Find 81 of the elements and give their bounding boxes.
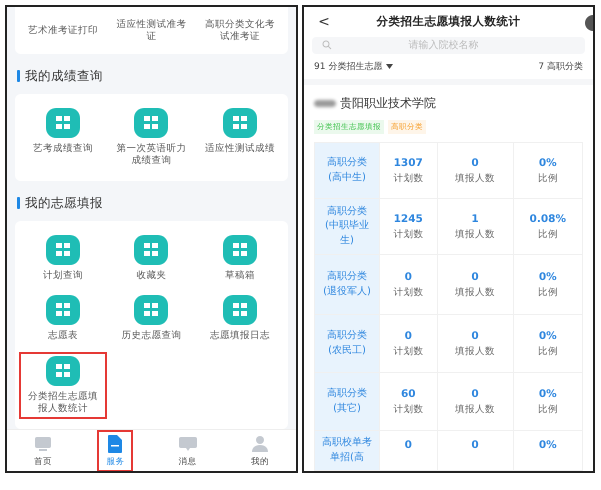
stat-value: 0: [470, 156, 480, 168]
service-item[interactable]: 分类招生志愿填报人数统计: [19, 352, 108, 419]
tab-item[interactable]: 服务: [97, 430, 134, 471]
service-item[interactable]: 志愿填报日志: [196, 291, 284, 346]
grid-icon: [134, 108, 168, 138]
grid-icon: [46, 108, 80, 138]
stat-label: 计划数: [392, 172, 424, 184]
monitor-icon: [33, 434, 54, 453]
stat-value: 0: [470, 388, 480, 400]
grid-icon: [46, 295, 80, 326]
stat-label: 填报人数: [454, 286, 496, 298]
stat-value: 0%: [538, 439, 558, 451]
stat-label: 填报人数: [454, 344, 496, 358]
service-label[interactable]: 高职分类文化考试准考证: [196, 15, 283, 47]
tab-item[interactable]: 首页: [25, 430, 62, 471]
stat-value: 0: [470, 439, 480, 451]
service-label[interactable]: 艺术准考证打印: [24, 20, 102, 41]
category-cell-text: 高职分类(高中生): [326, 156, 368, 184]
service-item[interactable]: 收藏夹: [107, 230, 196, 286]
service-item[interactable]: 志愿表: [19, 291, 108, 346]
stat-value: 0%: [538, 388, 558, 400]
section-marker: [17, 70, 20, 82]
stat-value: 0: [404, 439, 413, 451]
category-cell-text: 高职分类(其它): [326, 387, 368, 416]
service-item[interactable]: 艺考成绩查询: [19, 104, 108, 170]
chat-icon: [178, 434, 198, 453]
stat-value: 1: [470, 212, 480, 224]
grid-icon: [46, 234, 80, 264]
grid-icon: [134, 295, 168, 326]
stat-value: 60: [400, 388, 417, 400]
tab-item[interactable]: 我的: [242, 430, 278, 471]
category-cell-text: 高职校单考单招(高: [321, 436, 373, 464]
page-title: 分类招生志愿填报人数统计: [375, 14, 522, 30]
stat-label: 比例: [536, 228, 559, 240]
service-label[interactable]: 适应性测试准考证: [108, 15, 194, 47]
stat-label: 计划数: [392, 228, 424, 240]
grid-icon: [222, 108, 257, 138]
stat-value: 0: [470, 270, 480, 282]
stat-label: 比例: [536, 402, 559, 416]
search-icon: [322, 40, 332, 50]
stat-label: 计划数: [392, 286, 424, 298]
filter-dropdown[interactable]: 7 高职分类: [538, 58, 583, 75]
tab-item[interactable]: 消息: [170, 430, 206, 471]
stat-label: 填报人数: [454, 402, 496, 416]
stat-label: 比例: [536, 286, 559, 298]
stat-value: 0: [404, 330, 413, 342]
stat-value: 1307: [392, 156, 424, 168]
person-icon: [250, 434, 270, 453]
school-name: 贵阳职业技术学院: [340, 95, 436, 112]
stat-label: 计划数: [392, 344, 424, 358]
stat-value: 0: [470, 330, 480, 342]
stat-label: 填报人数: [454, 172, 496, 184]
stat-label: 比例: [536, 344, 559, 358]
stat-value: 1245: [392, 212, 424, 224]
section-title: 我的志愿填报: [25, 194, 103, 212]
category-cell-text: 高职分类(退役军人): [322, 270, 372, 298]
category-cell-text: 高职分类(农民工): [326, 329, 368, 358]
stat-value: 0.08%: [528, 212, 567, 224]
stat-value: 0%: [538, 270, 558, 282]
section-title: 我的成绩查询: [25, 68, 103, 85]
filter-dropdown[interactable]: 91 分类招生志愿: [314, 58, 394, 75]
section-marker: [17, 197, 20, 209]
category-cell-text: 高职分类(中职毕业生): [324, 204, 370, 248]
blurred-text: [314, 100, 336, 107]
back-button[interactable]: <: [314, 14, 334, 30]
grid-icon: [46, 356, 80, 386]
grid-icon: [134, 234, 168, 264]
grid-icon: [222, 234, 257, 264]
caret-icon: [386, 64, 394, 69]
stat-label: 计划数: [392, 402, 424, 416]
service-item[interactable]: 第一次英语听力成绩查询: [107, 104, 196, 170]
service-item[interactable]: 计划查询: [19, 230, 108, 286]
service-item[interactable]: 历史志愿查询: [107, 291, 196, 346]
stat-label: 填报人数: [454, 228, 496, 240]
stat-value: 0%: [538, 330, 558, 342]
service-item[interactable]: 适应性测试成绩: [196, 104, 284, 170]
stat-value: 0: [404, 270, 413, 282]
stat-value: 0%: [538, 156, 558, 168]
stat-label: 比例: [536, 172, 559, 184]
service-item[interactable]: 草稿箱: [196, 230, 284, 286]
grid-icon: [222, 295, 257, 326]
